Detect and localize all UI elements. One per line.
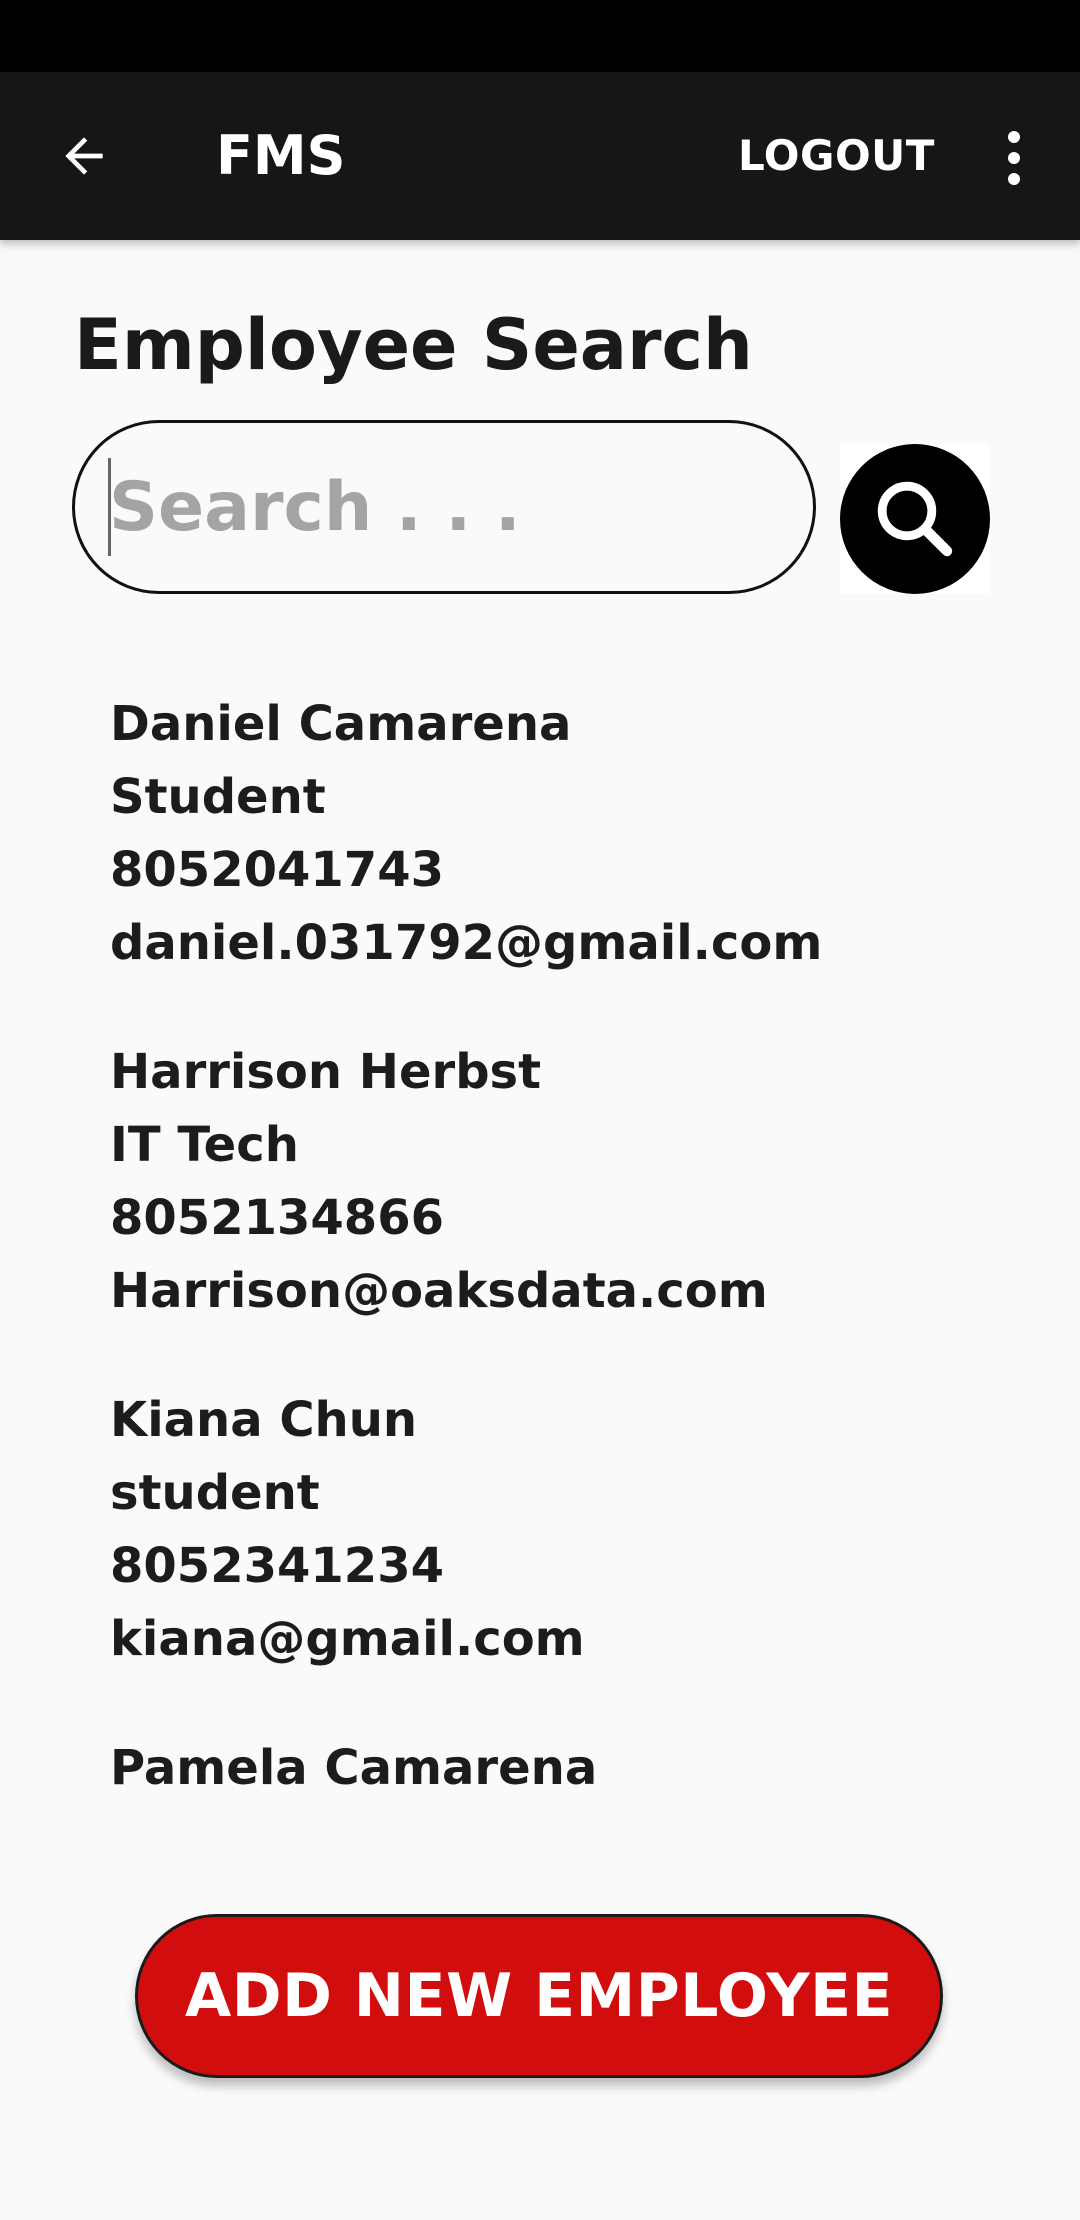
- status-bar: [0, 0, 1080, 72]
- employee-name: Harrison Herbst: [110, 1044, 542, 1100]
- employee-list: Daniel Camarena Student 8052041743 danie…: [110, 688, 1010, 1861]
- back-button[interactable]: [40, 112, 128, 200]
- logout-button[interactable]: LOGOUT: [738, 120, 935, 192]
- employee-phone: 8052134866: [110, 1190, 444, 1246]
- employee-name: Daniel Camarena: [110, 696, 572, 752]
- employee-name: Kiana Chun: [110, 1392, 418, 1448]
- text-cursor: [108, 458, 111, 556]
- employee-phone: 8052041743: [110, 842, 444, 898]
- app-title: FMS: [216, 124, 346, 187]
- employee-role: Student: [110, 769, 326, 825]
- employee-item[interactable]: Kiana Chun student 8052341234 kiana@gmai…: [110, 1384, 1010, 1676]
- employee-item[interactable]: Harrison Herbst IT Tech 8052134866 Harri…: [110, 1036, 1010, 1328]
- search-icon: [877, 481, 953, 557]
- employee-item[interactable]: Daniel Camarena Student 8052041743 danie…: [110, 688, 1010, 980]
- employee-name: Pamela Camarena: [110, 1740, 598, 1796]
- search-input[interactable]: [72, 420, 816, 594]
- employee-email: kiana@gmail.com: [110, 1611, 585, 1667]
- employee-role: student: [110, 1465, 320, 1521]
- search-button[interactable]: [840, 444, 990, 594]
- employee-email: daniel.031792@gmail.com: [110, 915, 823, 971]
- app-bar: FMS LOGOUT: [0, 72, 1080, 240]
- employee-phone: 8052341234: [110, 1538, 444, 1594]
- add-new-employee-button[interactable]: ADD NEW EMPLOYEE: [135, 1914, 943, 2078]
- page-title: Employee Search: [74, 304, 753, 386]
- employee-item[interactable]: Pamela Camarena: [110, 1732, 1010, 1805]
- more-vert-icon[interactable]: [984, 120, 1044, 196]
- employee-role: IT Tech: [110, 1117, 299, 1173]
- employee-email: Harrison@oaksdata.com: [110, 1263, 768, 1319]
- arrow-left-icon: [65, 137, 103, 175]
